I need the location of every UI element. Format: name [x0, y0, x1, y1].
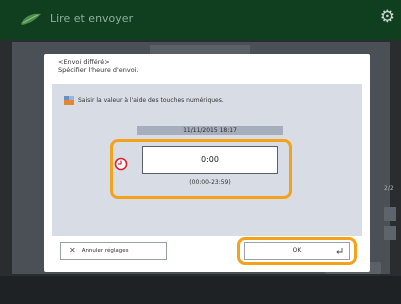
time-range: (00:00-23:59) — [189, 179, 231, 186]
leaf-logo-icon — [21, 13, 41, 25]
bottom-bar — [0, 276, 401, 304]
scroll-up-button[interactable] — [384, 207, 396, 221]
time-input-field[interactable]: 0:00 — [142, 146, 278, 174]
app-title: Lire et envoyer — [50, 12, 134, 25]
ok-button[interactable]: OK — [244, 242, 350, 260]
clock-icon — [114, 157, 128, 171]
hint-text: Saisir la valeur à l'aide des touches nu… — [78, 96, 224, 104]
dialog-body: Saisir la valeur à l'aide des touches nu… — [52, 84, 362, 236]
page-counter: 2/2 — [384, 185, 394, 192]
title-bar: Lire et envoyer ⚙ — [0, 0, 401, 40]
send-time-dialog: <Envoi différé> Spécifier l'heure d'envo… — [44, 54, 370, 272]
enter-icon — [336, 248, 343, 254]
hint-row: Saisir la valeur à l'aide des touches nu… — [64, 95, 224, 105]
cancel-settings-button[interactable]: ✕ Annuler réglages — [60, 242, 167, 260]
ok-label: OK — [292, 247, 302, 254]
close-icon: ✕ — [69, 246, 76, 255]
scroll-down-button[interactable] — [384, 226, 396, 240]
dialog-subtitle: Spécifier l'heure d'envoi. — [58, 66, 139, 74]
keypad-hint-icon — [64, 95, 74, 105]
current-datetime: 11/11/2015 18:17 — [137, 126, 283, 135]
dialog-title: <Envoi différé> — [58, 58, 110, 66]
dialog-header: <Envoi différé> Spécifier l'heure d'envo… — [58, 58, 139, 74]
gear-icon[interactable]: ⚙ — [380, 9, 395, 26]
cancel-settings-label: Annuler réglages — [81, 248, 129, 254]
